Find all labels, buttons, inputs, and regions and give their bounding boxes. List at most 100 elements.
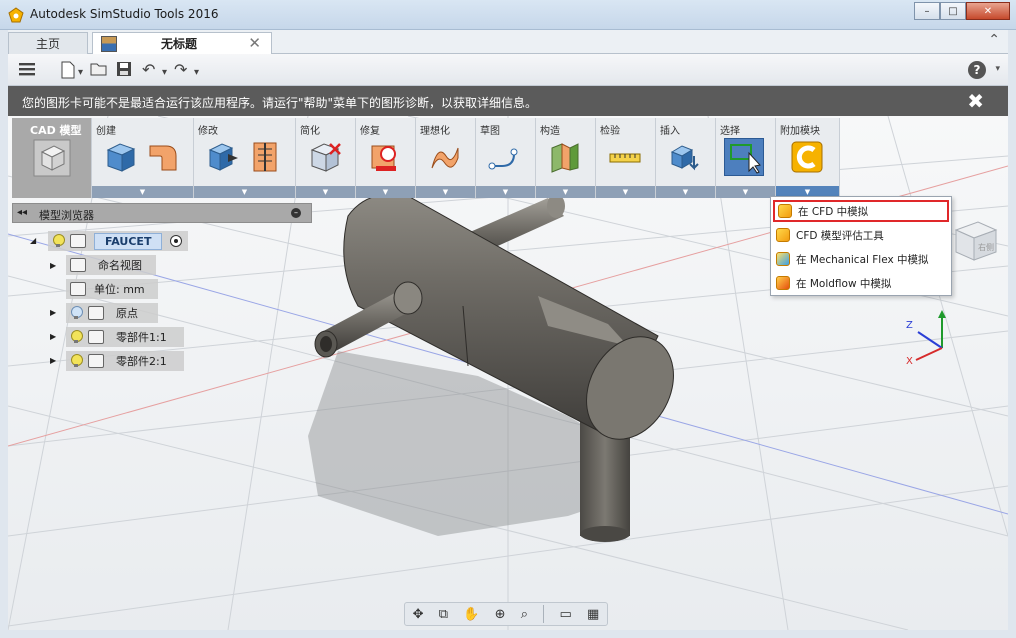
- tree-expand-icon[interactable]: ▶: [50, 308, 56, 317]
- ribbon-group-sketch[interactable]: 草图 ▼: [476, 118, 536, 198]
- ribbon-group-create[interactable]: 创建 ▼: [92, 118, 194, 198]
- box-icon[interactable]: [104, 140, 138, 174]
- sketch-dropdown-icon[interactable]: ▼: [476, 186, 535, 198]
- ribbon-group-cad-model[interactable]: CAD 模型: [12, 118, 92, 198]
- save-icon[interactable]: [116, 61, 132, 77]
- construct-dropdown-icon[interactable]: ▼: [536, 186, 595, 198]
- redo-icon[interactable]: ↷: [174, 61, 187, 79]
- addin-icon[interactable]: [790, 140, 824, 174]
- measure-icon[interactable]: [608, 140, 642, 174]
- tree-item-faucet[interactable]: FAUCET: [48, 231, 188, 251]
- ribbon-group-modify[interactable]: 修改 ▼: [194, 118, 296, 198]
- sketch-icon[interactable]: [488, 140, 522, 174]
- ribbon-label-insert: 插入: [660, 126, 680, 137]
- ribbon-label-repair: 修复: [360, 126, 380, 137]
- inspect-dropdown-icon[interactable]: ▼: [596, 186, 655, 198]
- chevron-up-icon[interactable]: ⌃: [988, 32, 1000, 48]
- visibility-bulb-icon[interactable]: [52, 234, 65, 248]
- tree-item-component1[interactable]: 零部件1:1: [66, 327, 184, 347]
- tree-item-units[interactable]: 单位: mm: [66, 279, 158, 299]
- redo-dropdown-icon[interactable]: ▾: [194, 64, 199, 82]
- ribbon-group-addins[interactable]: 附加模块 ▼: [776, 118, 840, 198]
- close-window-button[interactable]: ✕: [966, 2, 1010, 20]
- ribbon-label-inspect: 检验: [600, 126, 620, 137]
- fit-icon[interactable]: ⌕: [521, 607, 528, 622]
- cfd-icon: [776, 228, 790, 242]
- tab-document[interactable]: 无标题 ✕: [92, 32, 272, 54]
- new-file-dropdown-icon[interactable]: ▾: [78, 64, 83, 82]
- select-icon: [730, 144, 761, 174]
- tab-home[interactable]: 主页: [8, 32, 88, 54]
- ribbon-group-simplify[interactable]: 简化 ▼: [296, 118, 356, 198]
- pan-icon[interactable]: ✋: [463, 607, 479, 622]
- open-folder-icon[interactable]: [90, 61, 108, 77]
- tree-expand-icon[interactable]: ▶: [50, 356, 56, 365]
- undo-dropdown-icon[interactable]: ▾: [162, 64, 167, 82]
- axis-triad: Z X: [906, 310, 946, 367]
- modify-dropdown-icon[interactable]: ▼: [194, 186, 295, 198]
- model-browser-header[interactable]: ◂◂ 模型浏览器 –: [12, 203, 312, 223]
- minimize-button[interactable]: –: [914, 2, 940, 20]
- visibility-bulb-icon[interactable]: [70, 330, 83, 344]
- visibility-bulb-icon[interactable]: [70, 354, 83, 368]
- hamburger-menu-icon[interactable]: [18, 61, 36, 77]
- insert-dropdown-icon[interactable]: ▼: [656, 186, 715, 198]
- ribbon-group-construct[interactable]: 构造 ▼: [536, 118, 596, 198]
- construct-plane-icon[interactable]: [548, 140, 582, 174]
- select-dropdown-icon[interactable]: ▼: [716, 186, 775, 198]
- idealize-icon[interactable]: [428, 140, 462, 174]
- close-warning-icon[interactable]: ✖: [967, 89, 984, 113]
- collapse-browser-icon[interactable]: ◂◂: [17, 207, 27, 218]
- window-title: Autodesk SimStudio Tools 2016: [30, 7, 219, 21]
- ribbon-group-select[interactable]: 选择 ▼: [716, 118, 776, 198]
- simplify-dropdown-icon[interactable]: ▼: [296, 186, 355, 198]
- orbit-icon[interactable]: ✥: [413, 607, 424, 622]
- insert-icon[interactable]: [668, 140, 702, 174]
- help-icon[interactable]: ?: [968, 61, 986, 79]
- grid-icon[interactable]: ▦: [587, 607, 599, 622]
- maximize-button[interactable]: □: [940, 2, 966, 20]
- help-dropdown-icon[interactable]: ▾: [995, 64, 1000, 74]
- tree-expand-icon[interactable]: ▶: [50, 332, 56, 341]
- ribbon-group-repair[interactable]: 修复 ▼: [356, 118, 416, 198]
- ribbon-label-addins: 附加模块: [780, 126, 820, 137]
- ribbon-group-idealize[interactable]: 理想化 ▼: [416, 118, 476, 198]
- tree-collapse-icon[interactable]: ◢: [30, 236, 36, 245]
- fillet-icon[interactable]: [146, 140, 180, 174]
- press-pull-icon[interactable]: [206, 140, 240, 174]
- activate-radio-icon[interactable]: [170, 235, 183, 247]
- browser-minimize-icon[interactable]: –: [291, 208, 301, 218]
- viewcube[interactable]: 右侧: [950, 218, 1000, 264]
- ribbon-toolbar: CAD 模型 创建 ▼ 修改 ▼ 简化 ▼ 修复 ▼ 理想化 ▼ 草图 ▼ 构造…: [12, 118, 840, 198]
- tree-item-named-views[interactable]: 命名视图: [66, 255, 156, 275]
- create-dropdown-icon[interactable]: ▼: [92, 186, 193, 198]
- tree-expand-icon[interactable]: ▶: [50, 261, 56, 270]
- zoom-icon[interactable]: ⊕: [495, 607, 506, 622]
- tree-item-component2[interactable]: 零部件2:1: [66, 351, 184, 371]
- ribbon-group-insert[interactable]: 插入 ▼: [656, 118, 716, 198]
- look-at-icon[interactable]: ⧉: [439, 607, 448, 622]
- menu-item-moldflow[interactable]: 在 Moldflow 中模拟: [773, 272, 949, 294]
- tree-label-faucet: FAUCET: [94, 232, 163, 250]
- repair-dropdown-icon[interactable]: ▼: [356, 186, 415, 198]
- split-body-icon[interactable]: [248, 140, 282, 174]
- visibility-bulb-icon[interactable]: [70, 306, 83, 320]
- select-button[interactable]: [724, 138, 764, 176]
- folder-icon: [70, 258, 86, 272]
- menu-item-mechanical-flex[interactable]: 在 Mechanical Flex 中模拟: [773, 248, 949, 270]
- new-file-icon[interactable]: [60, 61, 76, 79]
- ribbon-label-construct: 构造: [540, 126, 560, 137]
- undo-icon[interactable]: ↶: [142, 61, 155, 79]
- display-settings-icon[interactable]: ▭: [560, 607, 572, 622]
- menu-item-cfd-evaluation[interactable]: CFD 模型评估工具: [773, 224, 949, 246]
- graphics-warning-bar: 您的图形卡可能不是最适合运行该应用程序。请运行"帮助"菜单下的图形诊断，以获取详…: [8, 86, 1008, 116]
- ribbon-group-inspect[interactable]: 检验 ▼: [596, 118, 656, 198]
- component-icon: [88, 330, 104, 344]
- simplify-icon[interactable]: [308, 140, 342, 174]
- menu-item-simulate-cfd[interactable]: 在 CFD 中模拟: [773, 200, 949, 222]
- idealize-dropdown-icon[interactable]: ▼: [416, 186, 475, 198]
- tree-item-origin[interactable]: 原点: [66, 303, 158, 323]
- document-tabbar: 主页 无标题 ✕ ⌃: [8, 30, 1008, 54]
- repair-icon[interactable]: [368, 140, 402, 174]
- tab-close-icon[interactable]: ✕: [248, 34, 261, 52]
